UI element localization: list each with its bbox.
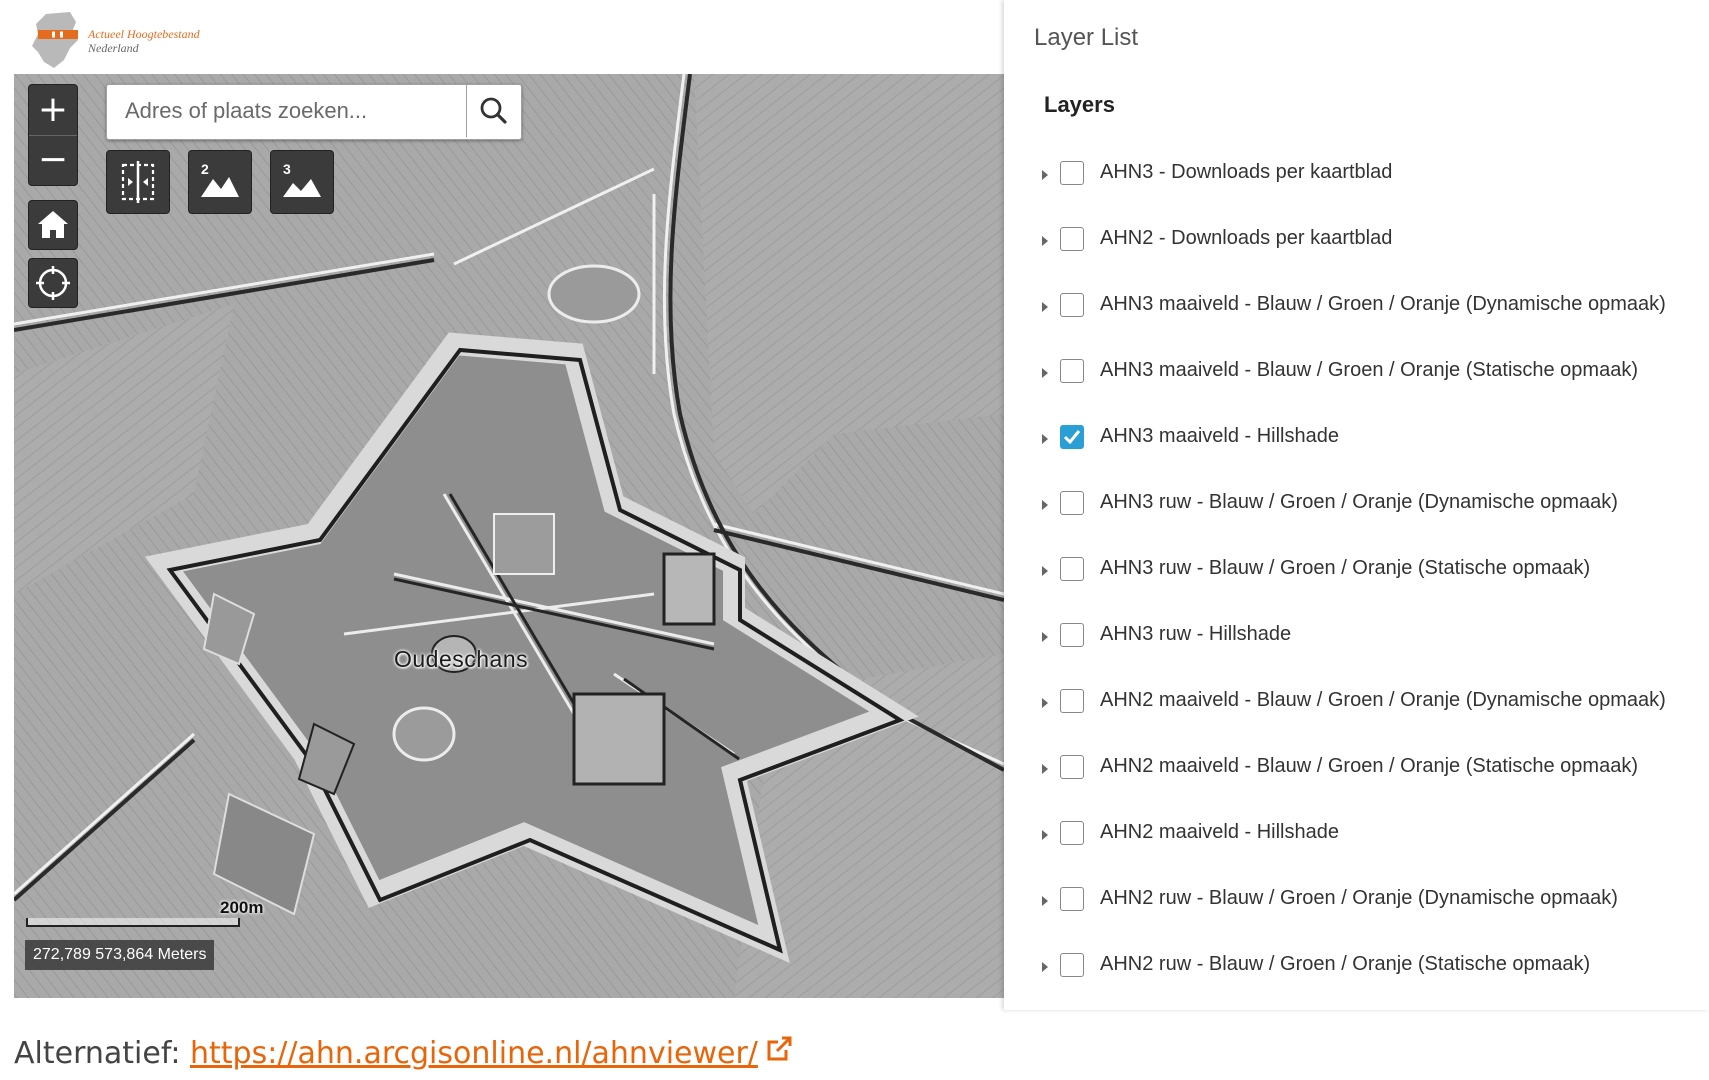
layer-label: AHN2 maaiveld - Blauw / Groen / Oranje (… (1100, 755, 1638, 777)
external-link-icon[interactable] (764, 1033, 794, 1077)
layer-item[interactable]: AHN3 ruw - Hillshade (1042, 617, 1692, 657)
layer-item[interactable]: AHN3 maaiveld - Hillshade (1042, 419, 1692, 459)
scale-label: 200m (220, 898, 264, 917)
layer-checkbox[interactable] (1060, 755, 1084, 779)
layer-label: AHN2 maaiveld - Hillshade (1100, 821, 1339, 843)
elevation-2-button[interactable]: 2 (188, 150, 252, 214)
layer-item[interactable]: AHN3 maaiveld - Blauw / Groen / Oranje (… (1042, 353, 1692, 393)
layer-label: AHN3 ruw - Blauw / Groen / Oranje (Stati… (1100, 557, 1591, 579)
coordinate-readout: 272,789 573,864 Meters (25, 940, 215, 970)
layer-checkbox[interactable] (1060, 227, 1084, 251)
logo-subtitle: Nederland (88, 41, 139, 55)
layer-label: AHN3 maaiveld - Blauw / Groen / Oranje (… (1100, 293, 1666, 315)
expand-arrow-icon[interactable] (1042, 368, 1048, 378)
zoom-in-button[interactable]: + (29, 85, 77, 136)
layer-item[interactable]: AHN3 ruw - Blauw / Groen / Oranje (Stati… (1042, 551, 1692, 591)
elevation-3-button[interactable]: 3 (270, 150, 334, 214)
layer-label: AHN2 ruw - Blauw / Groen / Oranje (Stati… (1100, 953, 1591, 975)
layer-checkbox[interactable] (1060, 623, 1084, 647)
elevation-3-icon (283, 179, 321, 197)
layer-label: AHN3 maaiveld - Hillshade (1100, 425, 1339, 447)
expand-arrow-icon[interactable] (1042, 434, 1048, 444)
layer-checkbox[interactable] (1060, 359, 1084, 383)
ahn-viewer-link[interactable]: https://ahn.arcgisonline.nl/ahnviewer/ (190, 1036, 758, 1071)
layer-item[interactable]: AHN3 maaiveld - Blauw / Groen / Oranje (… (1042, 287, 1692, 327)
expand-arrow-icon[interactable] (1042, 632, 1048, 642)
expand-arrow-icon[interactable] (1042, 698, 1048, 708)
search-input[interactable] (107, 85, 461, 137)
split-view-icon (121, 161, 155, 203)
layer-checkbox[interactable] (1060, 821, 1084, 845)
layer-label: AHN3 - Downloads per kaartblad (1100, 161, 1393, 183)
elevation-2-icon (201, 177, 239, 197)
layers-heading: Layers (1044, 92, 1115, 117)
layer-label: AHN3 ruw - Hillshade (1100, 623, 1292, 645)
layer-list-panel: Layer List Layers AHN3 - Downloads per k… (1004, 0, 1709, 1010)
layer-item[interactable]: AHN2 ruw - Blauw / Groen / Oranje (Stati… (1042, 947, 1692, 987)
crosshair-icon (36, 266, 70, 300)
layer-item[interactable]: AHN2 - Downloads per kaartblad (1042, 221, 1692, 261)
expand-arrow-icon[interactable] (1042, 764, 1048, 774)
logo-title: Actueel Hoogtebestand (88, 27, 200, 41)
scale-bar (26, 918, 240, 927)
alternative-link-row: Alternatief: https://ahn.arcgisonline.nl… (14, 1032, 794, 1076)
layer-checkbox[interactable] (1060, 557, 1084, 581)
layer-item[interactable]: AHN3 ruw - Blauw / Groen / Oranje (Dynam… (1042, 485, 1692, 525)
layer-label: AHN2 - Downloads per kaartblad (1100, 227, 1393, 249)
layer-item[interactable]: AHN2 maaiveld - Blauw / Groen / Oranje (… (1042, 749, 1692, 789)
layer-checkbox[interactable] (1060, 425, 1084, 449)
layer-item[interactable]: AHN3 - Downloads per kaartblad (1042, 155, 1692, 195)
layer-checkbox[interactable] (1060, 293, 1084, 317)
layer-item[interactable]: AHN2 maaiveld - Blauw / Groen / Oranje (… (1042, 683, 1692, 723)
home-icon (38, 211, 68, 238)
layer-label: AHN2 maaiveld - Blauw / Groen / Oranje (… (1100, 689, 1666, 711)
expand-arrow-icon[interactable] (1042, 170, 1048, 180)
place-label: Oudeschans (394, 646, 529, 672)
expand-arrow-icon[interactable] (1042, 962, 1048, 972)
checkmark-icon (1063, 430, 1081, 445)
address-search (106, 84, 522, 140)
home-button[interactable] (28, 200, 78, 250)
netherlands-map-icon (32, 12, 78, 68)
layer-checkbox[interactable] (1060, 689, 1084, 713)
expand-arrow-icon[interactable] (1042, 896, 1048, 906)
expand-arrow-icon[interactable] (1042, 830, 1048, 840)
elevation-3-number: 3 (283, 161, 291, 177)
zoom-out-button[interactable]: − (29, 135, 77, 185)
elevation-2-number: 2 (201, 161, 209, 177)
layer-item[interactable]: AHN2 ruw - Blauw / Groen / Oranje (Dynam… (1042, 881, 1692, 921)
layer-label: AHN2 ruw - Blauw / Groen / Oranje (Dynam… (1100, 887, 1618, 909)
layer-label: AHN3 ruw - Blauw / Groen / Oranje (Dynam… (1100, 491, 1618, 513)
layer-checkbox[interactable] (1060, 887, 1084, 911)
split-view-button[interactable] (106, 150, 170, 214)
alternative-prefix: Alternatief: (14, 1036, 181, 1071)
expand-arrow-icon[interactable] (1042, 236, 1048, 246)
search-button[interactable] (466, 85, 521, 137)
zoom-control: + − (28, 84, 78, 186)
panel-title: Layer List (1034, 24, 1139, 51)
layer-checkbox[interactable] (1060, 953, 1084, 977)
expand-arrow-icon[interactable] (1042, 566, 1048, 576)
search-icon (480, 97, 507, 124)
expand-arrow-icon[interactable] (1042, 500, 1048, 510)
locate-button[interactable] (28, 258, 78, 308)
layer-checkbox[interactable] (1060, 491, 1084, 515)
ahn-logo: Actueel Hoogtebestand Nederland (30, 12, 260, 72)
layer-checkbox[interactable] (1060, 161, 1084, 185)
layer-item[interactable]: AHN2 maaiveld - Hillshade (1042, 815, 1692, 855)
map-view[interactable]: + − 2 (14, 74, 1004, 998)
expand-arrow-icon[interactable] (1042, 302, 1048, 312)
layer-label: AHN3 maaiveld - Blauw / Groen / Oranje (… (1100, 359, 1638, 381)
